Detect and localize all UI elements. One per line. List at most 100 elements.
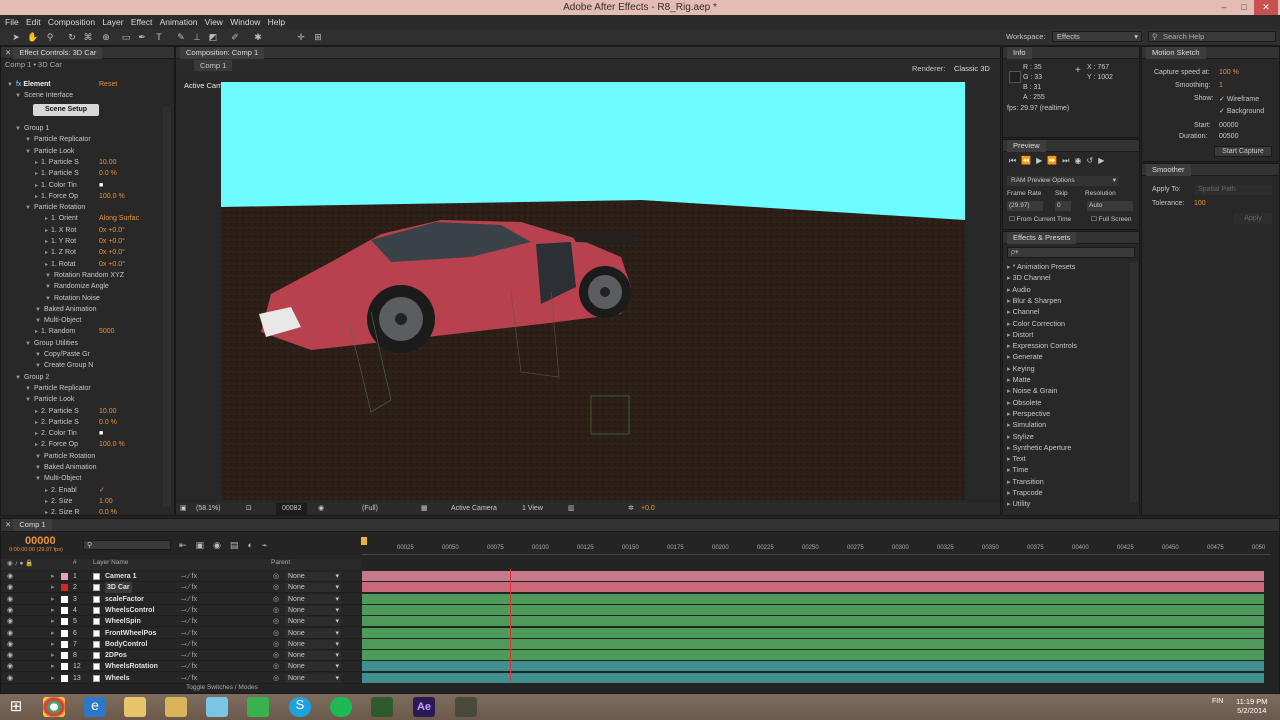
layer-duration-bar[interactable] (362, 627, 1264, 638)
effect-category[interactable]: ▸ Channel (1007, 307, 1039, 316)
layer-duration-bar[interactable] (362, 661, 1264, 672)
effect-control-row[interactable]: ▼ Particle Replicator (25, 383, 91, 394)
pickwhip-icon[interactable]: ◎ (273, 661, 279, 672)
menu-window[interactable]: Window (225, 15, 260, 29)
pickwhip-icon[interactable]: ◎ (273, 650, 279, 661)
draft-3d-icon[interactable]: ▣ (196, 540, 214, 550)
label-color-swatch[interactable] (61, 674, 68, 682)
parent-select[interactable]: None ▾ (285, 673, 341, 683)
effect-control-value[interactable]: ■ (99, 428, 103, 439)
menu-view[interactable]: View (200, 15, 223, 29)
menu-effect[interactable]: Effect (126, 15, 153, 29)
effect-control-value[interactable]: 10.00 (99, 157, 117, 168)
effect-control-value[interactable]: 5000 (99, 326, 115, 337)
effect-category[interactable]: ▸ Stylize (1007, 432, 1034, 441)
current-time[interactable]: 00000 (25, 535, 56, 547)
camera-snapshot-icon[interactable]: ◉ (318, 503, 324, 515)
effect-category[interactable]: ▸ Trapcode (1007, 488, 1043, 497)
axis-mode-icon[interactable]: ✛ (295, 31, 307, 43)
layer-row[interactable]: ◉ ▸ 13 Wheels ⤙ ⁄ fx ◎ None ▾ (1, 672, 361, 684)
expand-triangle-icon[interactable]: ▸ (35, 420, 38, 426)
label-color-swatch[interactable] (61, 584, 68, 592)
effect-control-row[interactable]: ▼ Particle Rotation (35, 451, 95, 462)
expand-triangle-icon[interactable]: ▼ (35, 476, 41, 482)
parent-select[interactable]: None ▾ (285, 605, 341, 615)
smoother-tab[interactable]: Smoother (1142, 164, 1279, 176)
pickwhip-icon[interactable]: ◎ (273, 605, 279, 616)
effect-control-row[interactable]: ▸ 2. Size R 0.0 % (45, 507, 117, 518)
effect-control-value[interactable]: 100.0 % (99, 439, 125, 450)
effect-category[interactable]: ▸ Audio (1007, 285, 1031, 294)
pickwhip-icon[interactable]: ◎ (273, 616, 279, 627)
effect-control-row[interactable]: ▸ 1. Force Op 100.0 % (35, 191, 125, 202)
capture-speed-value[interactable]: 100 % (1219, 69, 1239, 76)
eye-icon[interactable]: ◉ (7, 661, 13, 672)
pickwhip-icon[interactable]: ◎ (273, 594, 279, 605)
expand-triangle-icon[interactable]: ▸ (35, 329, 38, 335)
windows-start-icon[interactable]: ⊞ (5, 697, 27, 717)
spreadsheet-icon[interactable] (247, 697, 269, 717)
effect-controls-tab[interactable]: ✕ Effect Controls: 3D Car (1, 47, 174, 59)
layer-name[interactable]: scaleFactor (105, 594, 144, 605)
layer-switches-icon[interactable]: ⤙ ⁄ fx (181, 673, 197, 684)
effect-control-row[interactable]: ▸ 2. Color Tin ■ (35, 428, 103, 439)
clone-tool-icon[interactable]: ⊥ (191, 31, 203, 43)
effect-control-row[interactable]: ▸ 2. Enabl ✓ (45, 485, 105, 496)
ram-preview-icon[interactable]: ▶ (1098, 156, 1109, 165)
effect-control-row[interactable]: ▸ 1. Z Rot 0x +0.0° (45, 247, 125, 258)
eye-icon[interactable]: ◉ (7, 616, 13, 627)
world-axis-icon[interactable]: ⊞ (312, 31, 324, 43)
effect-control-value[interactable]: Along Surfac (99, 213, 139, 224)
expand-triangle-icon[interactable]: ▸ (35, 160, 38, 166)
file-explorer-icon[interactable] (124, 697, 146, 717)
pickwhip-icon[interactable]: ◎ (273, 673, 279, 684)
app-icon[interactable] (206, 697, 228, 717)
language-indicator[interactable]: FIN (1212, 698, 1223, 705)
timeline-tab[interactable]: ✕ Comp 1 (1, 519, 1279, 532)
current-time-indicator[interactable] (510, 569, 511, 681)
renderer-value[interactable]: Classic 3D (954, 62, 990, 76)
apply-to-select[interactable]: Spatial Path (1194, 185, 1272, 195)
effect-category[interactable]: ▸ Color Correction (1007, 319, 1065, 328)
layer-switches-icon[interactable]: ⤙ ⁄ fx (181, 594, 197, 605)
eye-icon[interactable]: ◉ (7, 594, 13, 605)
effect-category[interactable]: ▸ Generate (1007, 352, 1043, 361)
effect-control-value[interactable]: 0x +0.0° (99, 259, 125, 270)
menu-help[interactable]: Help (263, 15, 285, 29)
camera-tool-icon[interactable]: ⌘ (82, 31, 94, 43)
zoom-tool-icon[interactable]: ⚲ (44, 31, 56, 43)
search-help-input[interactable]: ⚲ Search Help (1148, 31, 1276, 42)
last-frame-icon[interactable]: ⏭ (1062, 156, 1074, 165)
expand-triangle-icon[interactable]: ▸ (35, 431, 38, 437)
expand-triangle-icon[interactable]: ▸ (51, 571, 55, 582)
effect-control-row[interactable]: ▼ Group Utilities (25, 338, 78, 349)
eye-icon[interactable]: ◉ (7, 571, 13, 582)
effect-category[interactable]: ▸ Text (1007, 454, 1026, 463)
effect-category[interactable]: ▸ Transition (1007, 477, 1044, 486)
expand-triangle-icon[interactable]: ▼ (25, 137, 31, 143)
grid-icon[interactable]: ▦ (421, 503, 428, 515)
layer-duration-bar[interactable] (362, 616, 1264, 627)
pen-tool-icon[interactable]: ✒ (136, 31, 148, 43)
expand-triangle-icon[interactable]: ▸ (35, 442, 38, 448)
layer-row[interactable]: ◉ ▸ 2 3D Car ⤙ ⁄ fx ◎ None ▾ (1, 582, 361, 594)
expand-triangle-icon[interactable]: ▸ (35, 409, 38, 415)
graph-editor-icon[interactable]: ⌁ (262, 540, 276, 550)
expand-triangle-icon[interactable]: ▸ (35, 183, 38, 189)
pan-behind-tool-icon[interactable]: ⊕ (100, 31, 112, 43)
effect-control-row[interactable]: ▸ 2. Force Op 100.0 % (35, 439, 125, 450)
expand-triangle-icon[interactable]: ▸ (51, 616, 55, 627)
hand-tool-icon[interactable]: ✋ (27, 31, 39, 43)
expand-triangle-icon[interactable]: ▼ (35, 465, 41, 471)
effect-control-value[interactable]: 0x +0.0° (99, 225, 125, 236)
reset-link[interactable]: Reset (99, 79, 117, 90)
expand-triangle-icon[interactable]: ▸ (35, 171, 38, 177)
effect-control-row[interactable]: ▼ Multi-Object (35, 473, 81, 484)
expand-triangle-icon[interactable]: ▼ (35, 318, 41, 324)
layer-name[interactable]: Wheels (105, 673, 130, 684)
layer-switches-icon[interactable]: ⤙ ⁄ fx (181, 571, 197, 582)
resolution-select[interactable]: Auto (1087, 201, 1133, 211)
expand-triangle-icon[interactable]: ▸ (45, 216, 48, 222)
effect-category[interactable]: ▸ Synthetic Aperture (1007, 443, 1071, 452)
info-tab[interactable]: Info (1003, 47, 1139, 59)
